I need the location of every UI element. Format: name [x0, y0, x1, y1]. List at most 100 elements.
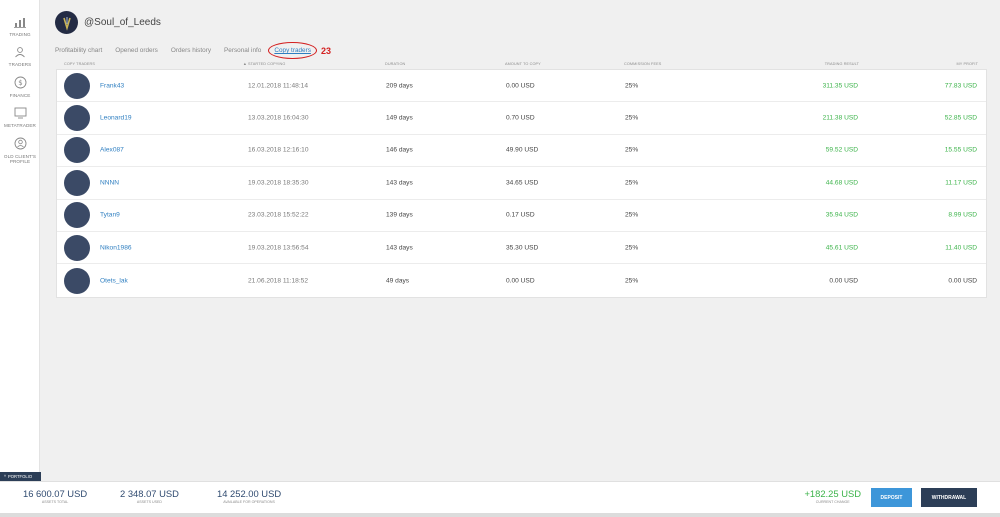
current-change: +182.25 USD CURRENT CHANGE	[804, 488, 861, 504]
started-copying: 13.03.2018 16:04:30	[248, 114, 309, 122]
my-profit: 11.17 USD	[945, 179, 977, 187]
table-row[interactable]: Tytan9 23.03.2018 15:52:22 139 days 0.17…	[57, 200, 986, 232]
header-started-copying[interactable]: ▲ STARTED COPYING	[243, 62, 285, 66]
my-profit: 52.85 USD	[944, 114, 977, 122]
started-copying: 19.03.2018 18:35:30	[248, 179, 309, 187]
started-copying: 19.03.2018 13:56:54	[248, 244, 309, 252]
trader-name-link[interactable]: Otets_lak	[100, 277, 128, 284]
table-header: COPY TRADERS ▲ STARTED COPYING DURATION …	[56, 60, 987, 68]
trading-result: 59.52 USD	[825, 146, 858, 154]
table-row[interactable]: Frank43 12.01.2018 11:48:14 209 days 0.0…	[57, 70, 986, 103]
traders-icon	[12, 44, 28, 60]
withdrawal-button[interactable]: WITHDRAWAL	[921, 488, 977, 507]
duration: 139 days	[386, 211, 413, 219]
commission-fee: 25%	[625, 114, 639, 122]
started-copying: 23.03.2018 15:52:22	[248, 211, 309, 219]
trading-result: 0.00 USD	[829, 277, 858, 285]
sidebar-item-traders[interactable]: TRADERS	[0, 44, 40, 67]
commission-fee: 25%	[625, 277, 639, 285]
header-copy-traders[interactable]: COPY TRADERS	[64, 62, 95, 66]
started-copying: 16.03.2018 12:16:10	[248, 146, 309, 154]
trader-avatar	[64, 202, 90, 229]
amount-to-copy: 0.17 USD	[506, 211, 535, 219]
avatar	[55, 11, 78, 34]
duration: 49 days	[386, 277, 410, 285]
amount-to-copy: 0.00 USD	[506, 82, 535, 90]
current-change-label: CURRENT CHANGE	[815, 500, 850, 504]
sidebar-item-label: OLD CLIENT'S PROFILE	[3, 153, 37, 165]
tab-copy-traders[interactable]: Copy traders	[268, 42, 317, 59]
svg-text:$: $	[18, 79, 22, 87]
chart-icon	[12, 14, 28, 30]
table-row[interactable]: Otets_lak 21.06.2018 11:18:52 49 days 0.…	[57, 264, 986, 296]
header-trading-result[interactable]: TRADING RESULT	[825, 62, 859, 66]
portfolio-label: PORTFOLIO	[7, 474, 33, 479]
main-content: @Soul_of_Leeds Profitability chart Opene…	[41, 0, 1000, 480]
table-row[interactable]: Alex087 16.03.2018 12:16:10 146 days 49.…	[57, 135, 986, 168]
trading-result: 45.61 USD	[825, 244, 858, 252]
assets-used-value: 2 348.07 USD	[120, 488, 179, 499]
commission-fee: 25%	[625, 179, 639, 187]
profile-icon	[12, 136, 28, 152]
my-profit: 77.83 USD	[944, 82, 977, 90]
trader-avatar	[64, 267, 90, 294]
left-sidebar: TRADING TRADERS $ FINANCE METATRADER OLD…	[0, 0, 40, 480]
deposit-button[interactable]: DEPOSIT	[871, 488, 912, 507]
chevron-up-icon: ^	[4, 474, 6, 479]
trader-name-link[interactable]: NNNN	[100, 179, 119, 186]
tab-opened-orders[interactable]: Opened orders	[115, 47, 158, 54]
tab-personal-info[interactable]: Personal info	[224, 47, 261, 54]
amount-to-copy: 35.30 USD	[506, 244, 539, 252]
started-copying: 12.01.2018 11:48:14	[248, 82, 309, 90]
commission-fee: 25%	[625, 146, 639, 154]
sidebar-item-label: TRADING	[9, 32, 31, 37]
duration: 146 days	[386, 146, 413, 154]
trader-name-link[interactable]: Alex087	[100, 147, 124, 154]
sidebar-item-label: TRADERS	[8, 62, 32, 68]
commission-fee: 25%	[625, 211, 639, 219]
commission-fee: 25%	[625, 244, 639, 252]
table-row[interactable]: Leonard19 13.03.2018 16:04:30 149 days 0…	[57, 102, 986, 135]
trader-name-link[interactable]: Leonard19	[100, 115, 132, 122]
trader-avatar	[64, 169, 90, 196]
my-profit: 8.99 USD	[948, 211, 977, 219]
trader-name-link[interactable]: Nikon1986	[100, 244, 132, 251]
my-profit: 0.00 USD	[948, 277, 977, 285]
sidebar-item-finance[interactable]: $ FINANCE	[0, 75, 40, 98]
trader-avatar	[64, 137, 90, 164]
table-row[interactable]: Nikon1986 19.03.2018 13:56:54 143 days 3…	[57, 232, 986, 265]
available-label: AVAILABLE FOR OPERATIONS	[223, 500, 275, 504]
assets-total: 16 600.07 USD ASSETS TOTAL	[23, 488, 87, 504]
sidebar-item-label: METATRADER	[4, 123, 36, 129]
tab-orders-history[interactable]: Orders history	[171, 47, 211, 54]
header-my-profit[interactable]: MY PROFIT	[956, 62, 978, 66]
started-copying: 21.06.2018 11:18:52	[248, 277, 309, 285]
tab-profitability-chart[interactable]: Profitability chart	[55, 47, 102, 54]
trader-name-link[interactable]: Tytan9	[100, 212, 120, 219]
trader-name-link[interactable]: Frank43	[100, 82, 124, 89]
header-amount-to-copy[interactable]: AMOUNT TO COPY	[505, 62, 541, 66]
trading-result: 211.38 USD	[822, 114, 858, 122]
sidebar-item-old-profile[interactable]: OLD CLIENT'S PROFILE	[0, 136, 40, 165]
copy-traders-table: Frank43 12.01.2018 11:48:14 209 days 0.0…	[56, 69, 987, 298]
assets-used-label: ASSETS USED	[136, 500, 163, 504]
table-row[interactable]: NNNN 19.03.2018 18:35:30 143 days 34.65 …	[57, 167, 986, 200]
available-value: 14 252.00 USD	[217, 488, 282, 499]
commission-fee: 25%	[625, 82, 639, 90]
trading-result: 311.35 USD	[822, 82, 858, 90]
my-profit: 11.40 USD	[945, 244, 977, 252]
portfolio-footer: 16 600.07 USD ASSETS TOTAL 2 348.07 USD …	[0, 481, 1000, 513]
amount-to-copy: 34.65 USD	[506, 179, 539, 187]
current-change-value: +182.25 USD	[804, 488, 861, 499]
portfolio-toggle[interactable]: ^ PORTFOLIO	[0, 472, 41, 481]
duration: 209 days	[386, 82, 413, 90]
header-commission-fees[interactable]: COMMISSION FEES	[624, 62, 661, 66]
header-duration[interactable]: DURATION	[385, 62, 405, 66]
sidebar-item-trading[interactable]: TRADING	[0, 14, 40, 37]
annotation-number: 23	[320, 45, 331, 56]
duration: 143 days	[386, 179, 413, 187]
trader-avatar	[64, 105, 90, 132]
my-profit: 15.55 USD	[944, 146, 977, 154]
sidebar-item-metatrader[interactable]: METATRADER	[0, 105, 40, 128]
duration: 149 days	[386, 114, 413, 122]
